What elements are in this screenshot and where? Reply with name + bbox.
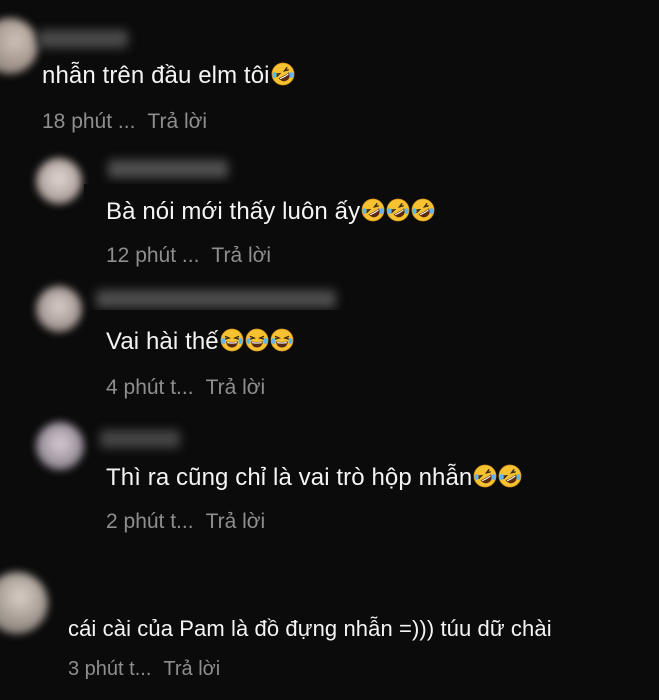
emoji-row xyxy=(472,464,522,491)
comment-text: Thì ra cũng chỉ là vai trò hộp nhẫn xyxy=(106,464,522,492)
comment-text-content: Vai hài thế xyxy=(106,328,219,355)
emoji-row xyxy=(360,198,435,225)
emoji-row xyxy=(270,62,295,89)
reply-button[interactable]: Trả lời xyxy=(211,244,271,267)
comment-meta: 12 phút ... Trả lời xyxy=(106,244,271,268)
joy-emoji xyxy=(270,328,294,352)
crop-mask xyxy=(90,310,659,324)
comment-3: Vai hài thế 4 phút t... Trả lời xyxy=(0,280,659,410)
avatar[interactable] xyxy=(0,572,48,634)
comment-text: Vai hài thế xyxy=(106,328,294,356)
comment-2: Bà nói mới thấy luôn ấy 12 phút ... Trả l… xyxy=(0,140,659,280)
username[interactable] xyxy=(100,430,180,448)
rofl-emoji xyxy=(411,198,435,222)
joy-emoji xyxy=(220,328,244,352)
comment-5: cái cài của Pam là đồ đựng nhẫn =))) túu… xyxy=(0,560,659,700)
avatar[interactable] xyxy=(36,286,82,332)
comment-text-content: Bà nói mới thấy luôn ấy xyxy=(106,198,361,225)
reply-button[interactable]: Trả lời xyxy=(206,376,266,399)
rofl-emoji xyxy=(498,464,522,488)
comment-time: 3 phút t... xyxy=(68,658,152,680)
comment-meta: 18 phút ... Trả lời xyxy=(42,110,207,134)
username[interactable] xyxy=(38,30,128,48)
comment-meta: 2 phút t... Trả lời xyxy=(106,510,265,534)
joy-emoji xyxy=(245,328,269,352)
comment-text: nhẫn trên đầu elm tôi xyxy=(42,62,295,90)
reply-button[interactable]: Trả lời xyxy=(163,658,220,680)
comment-meta: 4 phút t... Trả lời xyxy=(106,376,265,400)
avatar[interactable] xyxy=(36,422,84,470)
avatar[interactable] xyxy=(0,18,38,74)
rofl-emoji xyxy=(473,464,497,488)
comment-4: Thì ra cũng chỉ là vai trò hộp nhẫn 2 ph… xyxy=(0,410,659,550)
comment-time: 2 phút t... xyxy=(106,510,194,533)
avatar[interactable] xyxy=(36,158,82,204)
comment-text: Bà nói mới thấy luôn ấy xyxy=(106,198,435,226)
comment-text: cái cài của Pam là đồ đựng nhẫn =))) túu… xyxy=(68,616,552,642)
comment-text-content: nhẫn trên đầu elm tôi xyxy=(42,62,270,89)
comment-meta: 3 phút t... Trả lời xyxy=(68,658,220,681)
emoji-row xyxy=(219,328,294,355)
comment-text-content: cái cài của Pam là đồ đựng nhẫn =))) túu… xyxy=(68,616,552,641)
username[interactable] xyxy=(96,290,336,308)
comment-time: 18 phút ... xyxy=(42,110,136,133)
comment-text-content: Thì ra cũng chỉ là vai trò hộp nhẫn xyxy=(106,464,473,491)
rofl-emoji xyxy=(361,198,385,222)
comment-1: nhẫn trên đầu elm tôi 18 phút ... Trả lời xyxy=(0,0,659,140)
comment-time: 12 phút ... xyxy=(106,244,200,267)
username[interactable] xyxy=(108,160,228,178)
rofl-emoji xyxy=(386,198,410,222)
reply-button[interactable]: Trả lời xyxy=(206,510,266,533)
comment-time: 4 phút t... xyxy=(106,376,194,399)
rofl-emoji xyxy=(271,62,294,86)
reply-button[interactable]: Trả lời xyxy=(147,110,207,133)
